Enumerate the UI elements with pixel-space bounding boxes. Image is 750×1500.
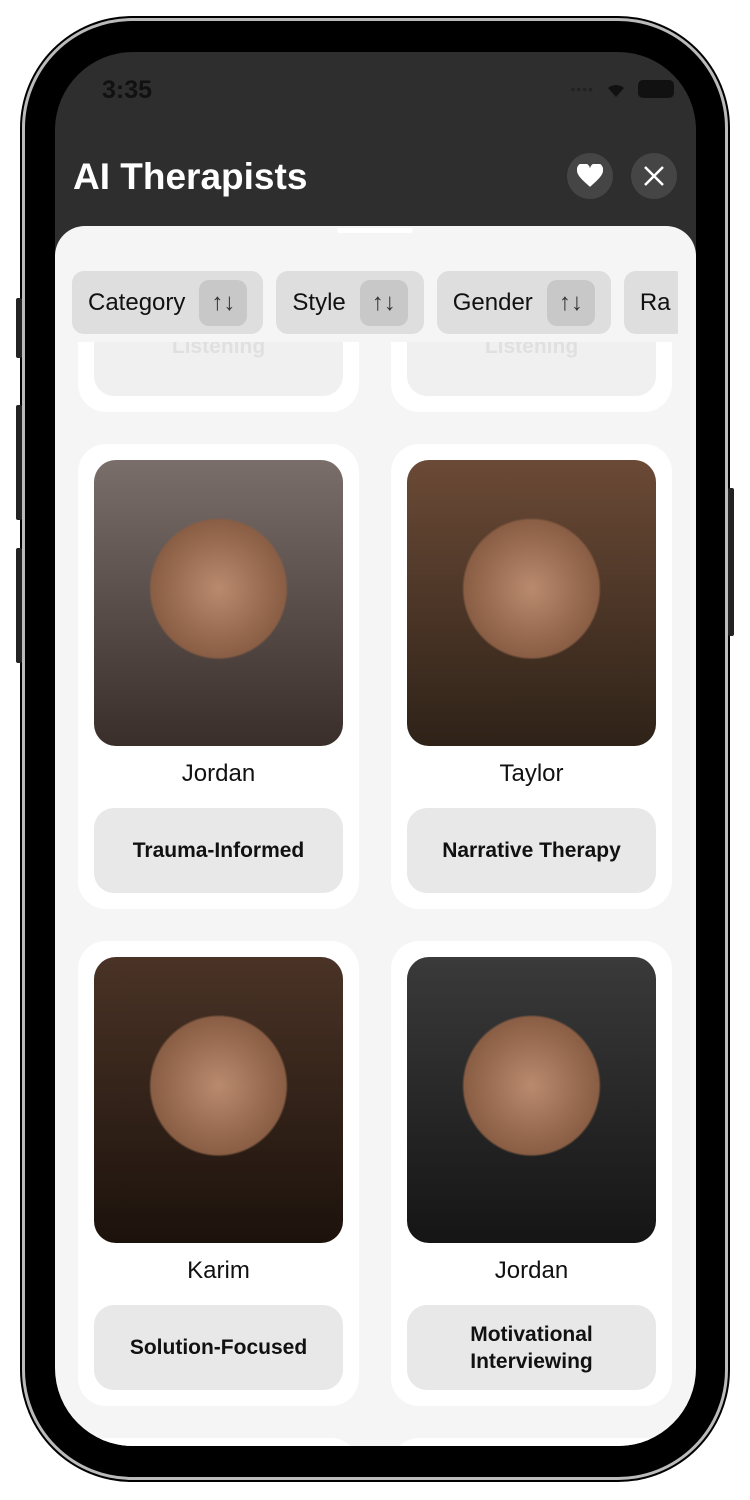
filter-partial[interactable]: Ra <box>623 271 678 334</box>
filter-category[interactable]: Category ↑↓ <box>72 271 264 334</box>
battery-icon <box>638 80 674 98</box>
therapist-name: Karim <box>187 1257 250 1284</box>
card-previous[interactable]: Listening <box>78 342 359 412</box>
therapist-card[interactable]: Karim Solution-Focused <box>78 941 359 1406</box>
filter-bar: Category ↑↓ Style ↑↓ Gender ↑↓ Ra <box>72 271 678 335</box>
specialty-tag[interactable]: Solution-Focused <box>94 1305 343 1390</box>
favorites-button[interactable] <box>567 153 613 199</box>
specialty-tag[interactable]: Trauma-Informed <box>94 808 343 893</box>
therapist-photo <box>94 957 343 1243</box>
therapist-name: Taylor <box>499 760 564 787</box>
volume-up-button <box>16 405 22 520</box>
therapist-card[interactable]: Jordan Motivational Interviewing <box>391 941 672 1406</box>
filter-label: Gender <box>452 288 533 316</box>
filter-style[interactable]: Style ↑↓ <box>276 271 424 334</box>
therapist-sheet: Category ↑↓ Style ↑↓ Gender ↑↓ Ra Listening Li… <box>55 226 696 1446</box>
therapist-photo <box>407 460 656 746</box>
specialty-tag[interactable]: Motivational Interviewing <box>407 1305 656 1390</box>
screen: 3:35 •••• AI Therapists Category ↑↓ Style ↑… <box>55 52 696 1446</box>
filter-label: Ra <box>639 288 671 316</box>
therapist-photo <box>407 957 656 1243</box>
power-button <box>728 488 734 636</box>
mute-switch <box>16 298 22 358</box>
heart-icon <box>577 164 603 187</box>
specialty-tag[interactable]: Narrative Therapy <box>407 808 656 893</box>
sort-icon[interactable]: ↑↓ <box>359 279 408 326</box>
wifi-icon <box>608 84 624 97</box>
filter-gender[interactable]: Gender ↑↓ <box>436 271 611 334</box>
therapist-photo <box>94 460 343 746</box>
status-icons: •••• <box>570 80 674 98</box>
status-time: 3:35 <box>102 76 153 104</box>
volume-down-button <box>16 548 22 663</box>
specialty-tag: Listening <box>407 342 656 396</box>
card-next[interactable] <box>78 1438 359 1446</box>
signal-icon: •••• <box>570 81 594 97</box>
filter-label: Category <box>88 288 186 316</box>
close-button[interactable] <box>631 153 677 199</box>
sort-icon[interactable]: ↑↓ <box>199 279 248 326</box>
page-title: AI Therapists <box>73 156 308 197</box>
therapist-card[interactable]: Taylor Narrative Therapy <box>391 444 672 909</box>
filter-label: Style <box>292 288 346 316</box>
sheet-grabber[interactable] <box>337 228 413 233</box>
therapist-name: Jordan <box>494 1257 569 1284</box>
specialty-tag: Listening <box>94 342 343 396</box>
therapist-card[interactable]: Jordan Trauma-Informed <box>78 444 359 909</box>
sort-icon[interactable]: ↑↓ <box>546 279 595 326</box>
therapist-name: Jordan <box>181 760 256 787</box>
card-previous[interactable]: Listening <box>391 342 672 412</box>
card-next[interactable] <box>391 1438 672 1446</box>
close-icon <box>644 166 664 186</box>
